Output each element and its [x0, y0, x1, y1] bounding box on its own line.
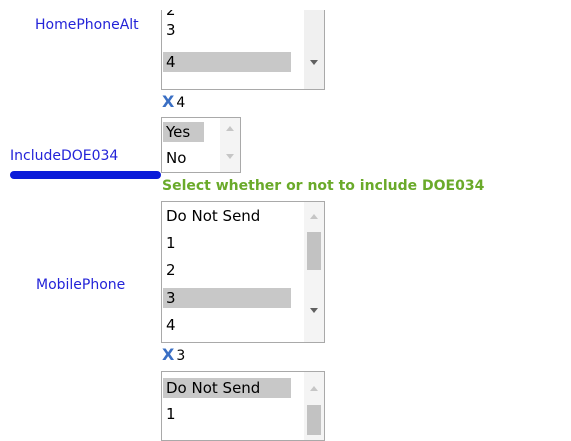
list-option[interactable]: 4 [163, 315, 294, 335]
x-icon[interactable]: X [162, 92, 174, 111]
x-icon[interactable]: X [162, 345, 174, 364]
list-option[interactable]: No [163, 148, 204, 168]
scrollbar-thumb[interactable] [307, 232, 321, 270]
chevron-down-icon[interactable] [226, 154, 234, 159]
home-phone-alt-label: HomePhoneAlt [35, 17, 139, 33]
scrollbar[interactable] [304, 10, 324, 89]
list-option[interactable]: 1 [163, 233, 294, 253]
list-option-selected[interactable]: Yes [163, 122, 204, 142]
marker-underline [10, 171, 161, 179]
list-option[interactable]: 2 [163, 260, 294, 280]
chevron-down-icon[interactable] [310, 60, 318, 65]
include-doe034-hint: Select whether or not to include DOE034 [162, 178, 485, 194]
scrollbar[interactable] [304, 202, 324, 342]
mobile-phone-label: MobilePhone [36, 277, 126, 293]
list-option[interactable]: 3 [163, 20, 294, 40]
scrollbar[interactable] [220, 118, 240, 172]
clear-value: 3 [176, 348, 186, 364]
list-option[interactable]: Do Not Send [163, 206, 294, 226]
scrollbar-thumb[interactable] [307, 405, 321, 435]
home-phone-alt-listbox[interactable]: 2 3 4 [161, 10, 325, 90]
mobile-phone-listbox[interactable]: Do Not Send 1 2 3 4 [161, 201, 325, 343]
include-doe034-label: IncludeDOE034 [10, 148, 119, 164]
chevron-up-icon[interactable] [226, 126, 234, 131]
list-option-selected[interactable]: Do Not Send [163, 378, 291, 398]
next-field-listbox[interactable]: Do Not Send 1 [161, 371, 325, 441]
chevron-up-icon[interactable] [310, 214, 318, 219]
mobile-phone-clear-row: X3 [162, 345, 186, 365]
chevron-down-icon[interactable] [310, 308, 318, 313]
list-option-selected[interactable]: 3 [163, 288, 291, 308]
clear-value: 4 [176, 95, 186, 111]
list-option-selected[interactable]: 4 [163, 52, 291, 72]
chevron-up-icon[interactable] [310, 386, 318, 391]
include-doe034-listbox[interactable]: Yes No [161, 117, 241, 173]
list-option[interactable]: 1 [163, 404, 294, 424]
home-phone-alt-clear-row: X4 [162, 92, 186, 112]
list-option[interactable]: 2 [163, 10, 294, 20]
